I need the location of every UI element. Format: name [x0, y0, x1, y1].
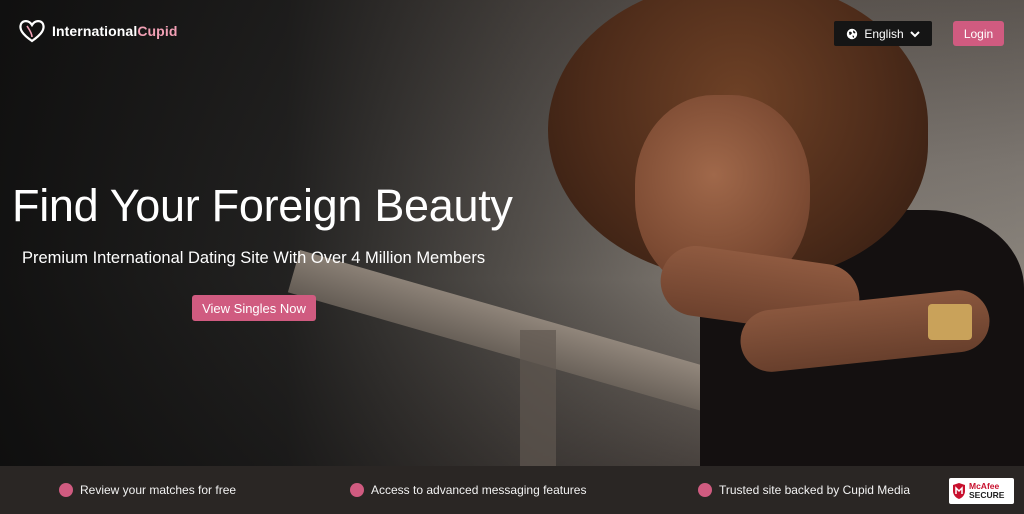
feature-label: Access to advanced messaging features [371, 483, 587, 497]
bullet-dot-icon [698, 483, 712, 497]
language-selector[interactable]: English [834, 21, 932, 46]
badge-text: McAfee SECURE [969, 482, 1004, 500]
site-logo[interactable]: InternationalCupid [18, 19, 177, 43]
logo-text: InternationalCupid [52, 23, 177, 39]
feature-item: Access to advanced messaging features [350, 466, 586, 514]
hero-background [0, 0, 1024, 466]
logo-text-accent: Cupid [137, 23, 178, 39]
photo-post [520, 330, 556, 466]
bullet-dot-icon [59, 483, 73, 497]
photo-model-watch [928, 304, 972, 340]
language-label: English [864, 26, 904, 41]
features-bar: Review your matches for free Access to a… [0, 466, 1024, 514]
feature-item: Trusted site backed by Cupid Media [698, 466, 910, 514]
badge-line2: SECURE [969, 490, 1005, 500]
globe-icon [847, 28, 858, 39]
mcafee-secure-badge[interactable]: McAfee SECURE [949, 478, 1014, 504]
login-button[interactable]: Login [953, 21, 1004, 46]
feature-item: Review your matches for free [59, 466, 236, 514]
hero-subheadline: Premium International Dating Site With O… [22, 249, 486, 267]
mcafee-shield-icon [953, 483, 965, 499]
bullet-dot-icon [350, 483, 364, 497]
heart-logo-icon [19, 20, 45, 43]
chevron-down-icon [909, 30, 920, 37]
view-singles-button[interactable]: View Singles Now [192, 295, 316, 321]
hero-headline: Find Your Foreign Beauty [12, 180, 513, 231]
feature-label: Trusted site backed by Cupid Media [719, 483, 910, 497]
logo-text-main: International [52, 23, 138, 39]
feature-label: Review your matches for free [80, 483, 237, 497]
